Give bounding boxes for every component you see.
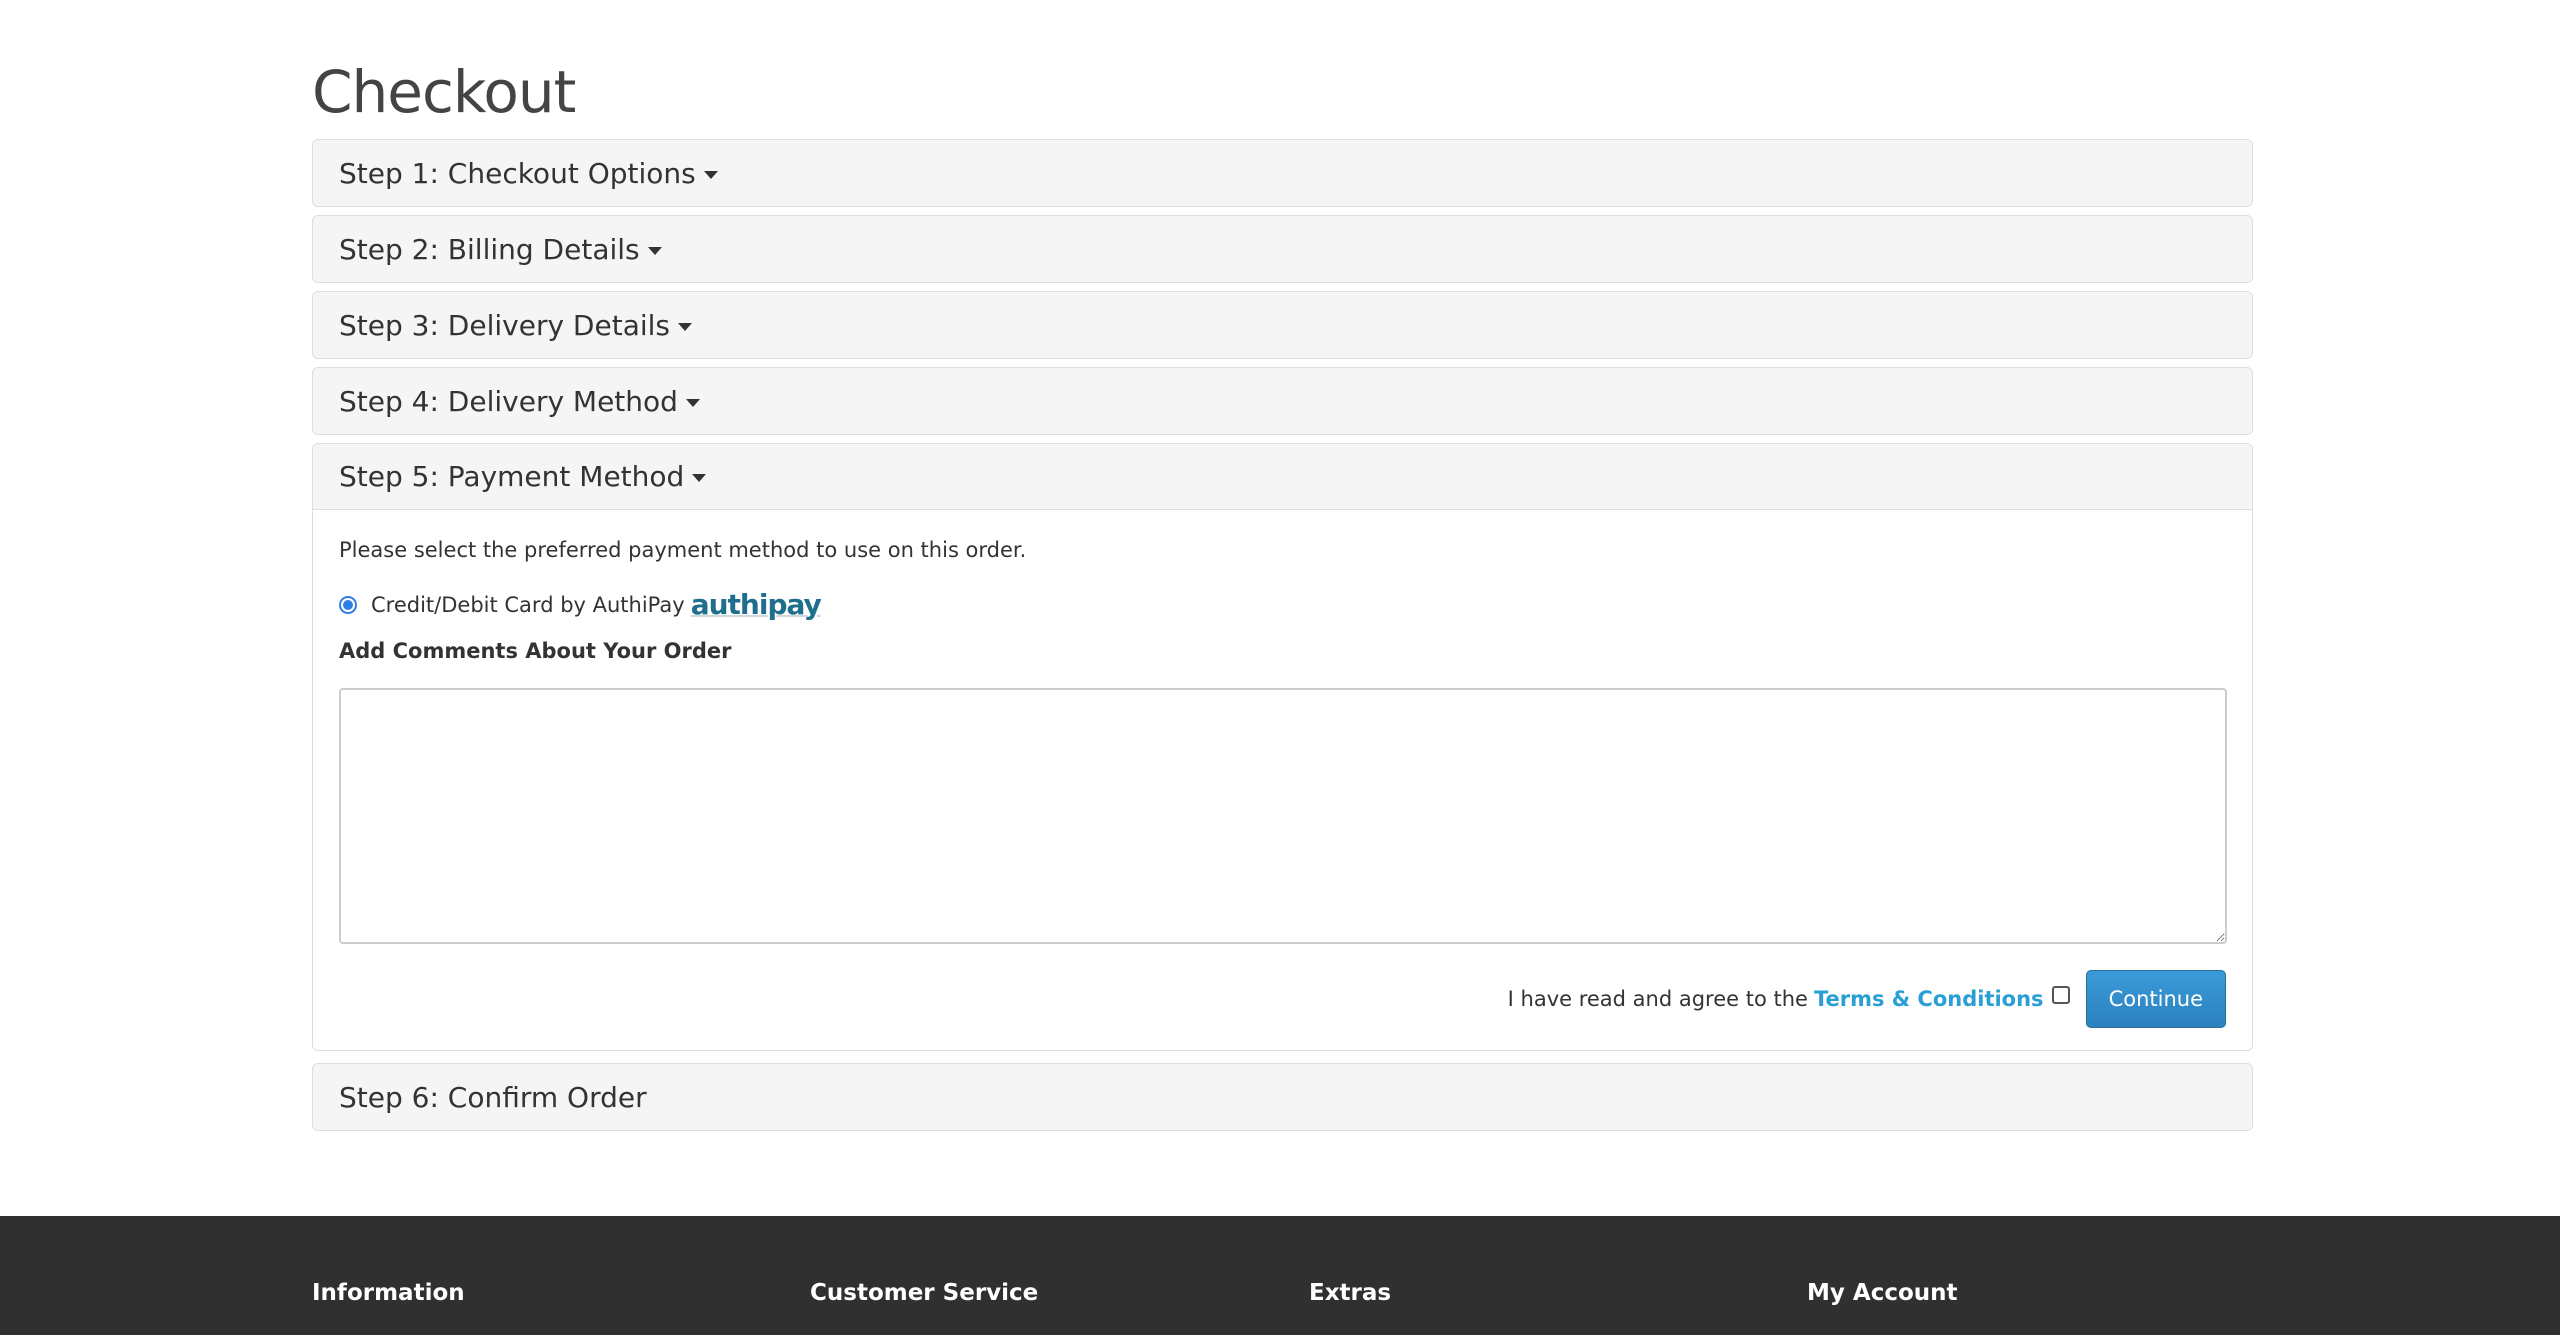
step-1-heading[interactable]: Step 1: Checkout Options bbox=[313, 140, 2252, 206]
continue-button[interactable]: Continue bbox=[2085, 970, 2226, 1028]
page-title: Checkout bbox=[312, 58, 576, 126]
caret-down-icon bbox=[685, 398, 700, 407]
site-footer: Information Customer Service Extras My A… bbox=[0, 1216, 2560, 1335]
footer-heading-information: Information bbox=[312, 1280, 465, 1306]
step-5-label: Step 5: Payment Method bbox=[339, 460, 685, 493]
payment-intro-text: Please select the preferred payment meth… bbox=[339, 538, 1027, 562]
payment-option-authipay[interactable]: Credit/Debit Card by AuthiPay authipay bbox=[339, 588, 822, 621]
comments-label: Add Comments About Your Order bbox=[339, 639, 732, 663]
agree-checkbox[interactable] bbox=[2051, 986, 2070, 1004]
caret-down-icon bbox=[678, 322, 692, 331]
authipay-logo: authipay bbox=[690, 588, 822, 621]
footer-heading-customer-service: Customer Service bbox=[810, 1280, 1039, 1306]
step-6-panel: Step 6: Confirm Order bbox=[312, 1063, 2253, 1131]
terms-conditions-link[interactable]: Terms & Conditions bbox=[1814, 987, 2044, 1011]
step-2-label: Step 2: Billing Details bbox=[339, 232, 640, 266]
step-6-heading[interactable]: Step 6: Confirm Order bbox=[313, 1064, 2252, 1130]
footer-heading-extras: Extras bbox=[1309, 1280, 1392, 1306]
step-3-label: Step 3: Delivery Details bbox=[339, 308, 670, 342]
comments-textarea[interactable] bbox=[339, 688, 2227, 944]
caret-down-icon bbox=[692, 474, 707, 482]
terms-agree-row: I have read and agree to the Terms & Con… bbox=[1508, 970, 2226, 1028]
step-4-panel: Step 4: Delivery Method bbox=[312, 367, 2253, 435]
step-3-heading[interactable]: Step 3: Delivery Details bbox=[313, 292, 2252, 358]
payment-option-label: Credit/Debit Card by AuthiPay bbox=[371, 592, 685, 617]
footer-heading-my-account: My Account bbox=[1807, 1280, 1958, 1306]
step-2-heading[interactable]: Step 2: Billing Details bbox=[313, 216, 2252, 282]
radio-selected-dot bbox=[343, 599, 353, 610]
step-2-panel: Step 2: Billing Details bbox=[312, 215, 2253, 283]
step-6-label: Step 6: Confirm Order bbox=[339, 1080, 647, 1114]
step-5-panel: Step 5: Payment Method Please select the… bbox=[312, 443, 2253, 1051]
step-5-heading[interactable]: Step 5: Payment Method bbox=[313, 444, 2252, 510]
caret-down-icon bbox=[647, 246, 662, 255]
step-4-label: Step 4: Delivery Method bbox=[339, 384, 678, 418]
payment-method-body: Please select the preferred payment meth… bbox=[313, 510, 2252, 1050]
step-1-label: Step 1: Checkout Options bbox=[339, 156, 696, 190]
caret-down-icon bbox=[703, 170, 718, 179]
payment-radio[interactable] bbox=[339, 595, 357, 614]
step-4-heading[interactable]: Step 4: Delivery Method bbox=[313, 368, 2252, 434]
step-1-panel: Step 1: Checkout Options bbox=[312, 139, 2253, 207]
agree-text: I have read and agree to the bbox=[1507, 987, 1808, 1011]
step-3-panel: Step 3: Delivery Details bbox=[312, 291, 2253, 359]
